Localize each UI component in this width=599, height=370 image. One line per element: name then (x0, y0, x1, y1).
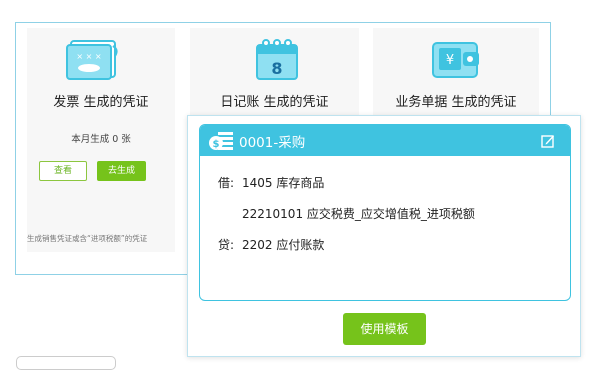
svg-text:× × ×: × × × (76, 52, 101, 61)
template-header: $ 0001-采购 (200, 125, 570, 156)
journal-calendar-icon: 8 (256, 39, 298, 80)
debit-account: 1405 库存商品 (242, 176, 325, 190)
invoice-card-title: 发票 生成的凭证 (53, 95, 149, 110)
voucher-stack-icon: $ (209, 132, 233, 150)
svg-text:¥: ¥ (446, 53, 454, 68)
credit-account: 2202 应付账款 (242, 238, 325, 252)
invoice-note: 生成销售凭证或含“进项税额”的凭证 (27, 234, 148, 243)
generate-button[interactable]: 去生成 (97, 161, 146, 181)
wallet-yen-icon: ¥ (432, 42, 479, 78)
template-title: 0001-采购 (239, 135, 306, 151)
svg-text:$: $ (213, 139, 220, 150)
business-doc-card-title: 业务单据 生成的凭证 (395, 95, 517, 110)
debit-account-2: 22210101 应交税费_应交增值税_进项税额 (242, 207, 475, 221)
journal-card-title: 日记账 生成的凭证 (220, 95, 329, 110)
invoice-monthly-count: 本月生成 0 张 (71, 134, 131, 145)
edit-icon[interactable] (541, 134, 555, 148)
invoice-icon: × × × (66, 40, 118, 80)
view-button[interactable]: 查看 (39, 161, 87, 181)
credit-label: 贷: (218, 238, 235, 252)
svg-text:8: 8 (271, 59, 282, 78)
debit-label: 借: (218, 176, 235, 190)
use-template-button[interactable]: 使用模板 (343, 313, 426, 345)
bottom-control-fragment (16, 356, 116, 370)
